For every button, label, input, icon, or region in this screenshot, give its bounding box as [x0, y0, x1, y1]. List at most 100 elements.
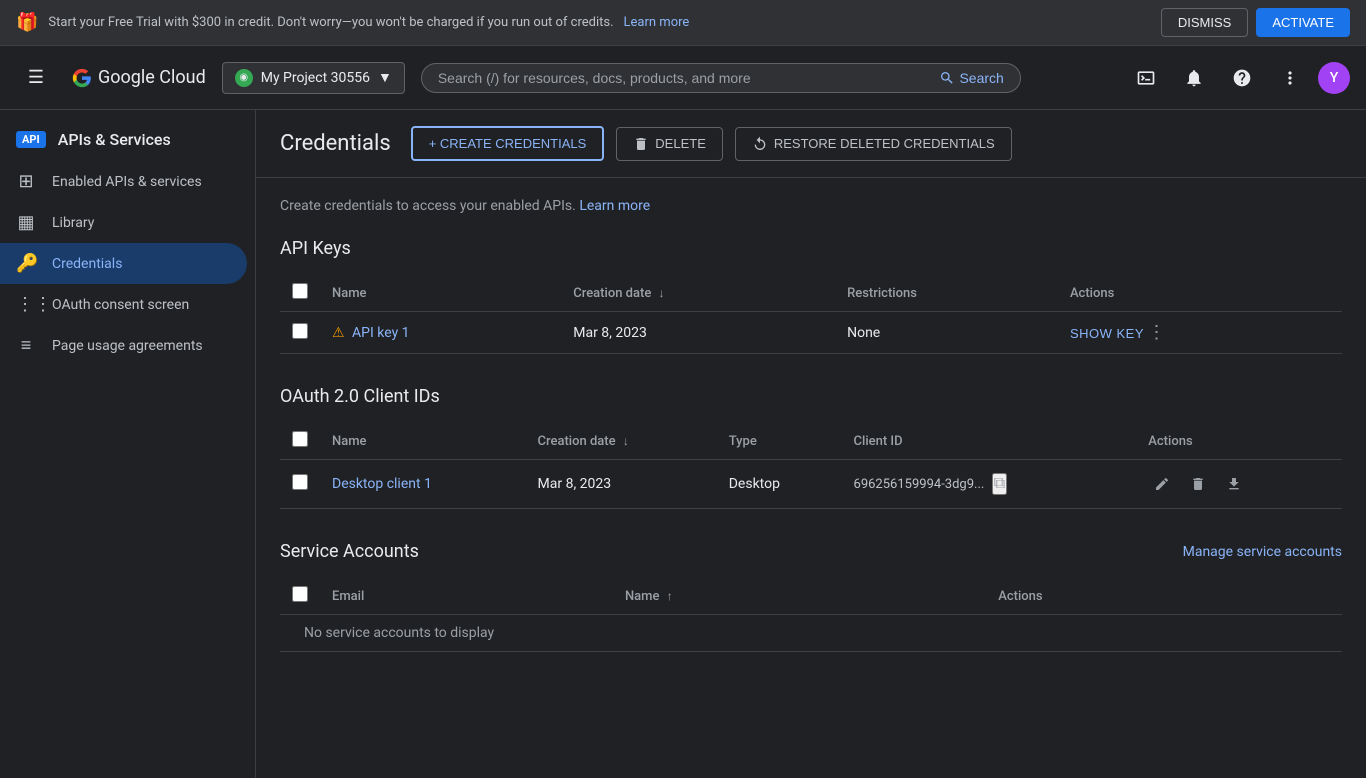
- oauth-checkbox[interactable]: [292, 474, 308, 490]
- copy-client-id-button[interactable]: ⧉: [992, 473, 1007, 495]
- api-keys-select-all[interactable]: [292, 283, 308, 299]
- oauth-client-link[interactable]: Desktop client 1: [332, 476, 432, 492]
- oauth-checkbox-cell: [280, 460, 320, 509]
- api-key-actions-cell: SHOW KEY ⋮: [1058, 312, 1342, 354]
- sidebar: API APIs & Services ⊞ Enabled APIs & ser…: [0, 110, 256, 778]
- cloud-shell-button[interactable]: [1126, 58, 1166, 98]
- more-options-button[interactable]: [1270, 58, 1310, 98]
- app-body: API APIs & Services ⊞ Enabled APIs & ser…: [0, 110, 1366, 778]
- sidebar-item-enabled-label: Enabled APIs & services: [52, 174, 202, 190]
- avatar[interactable]: Y: [1318, 62, 1350, 94]
- sidebar-title: APIs & Services: [58, 130, 171, 149]
- oauth-action-icons: [1148, 470, 1330, 498]
- oauth-select-all[interactable]: [292, 431, 308, 447]
- bell-icon: [1184, 68, 1204, 88]
- api-key-link[interactable]: API key 1: [352, 325, 410, 341]
- sidebar-item-library-label: Library: [52, 215, 94, 231]
- api-keys-title: API Keys: [280, 238, 1342, 259]
- chevron-down-icon: ▼: [378, 69, 392, 86]
- google-cloud-logo[interactable]: Google Cloud: [72, 67, 206, 88]
- oauth-select-all-col: [280, 423, 320, 460]
- banner-learn-more-link[interactable]: Learn more: [624, 15, 690, 30]
- delete-icon: [1190, 476, 1206, 492]
- sa-name-col: Name ↑: [613, 578, 986, 615]
- content-area: Create credentials to access your enable…: [256, 178, 1366, 704]
- sa-empty-text: No service accounts to display: [292, 609, 506, 657]
- oauth-client-id-cell: 696256159994-3dg9... ⧉: [842, 460, 1137, 509]
- oauth-section: OAuth 2.0 Client IDs Name Creation date …: [280, 386, 1342, 509]
- header-icons: Y: [1126, 58, 1350, 98]
- search-input[interactable]: [438, 70, 932, 86]
- delete-button[interactable]: DELETE: [616, 127, 723, 161]
- gift-icon: 🎁: [16, 12, 38, 33]
- oauth-header-row: Name Creation date ↓ Type Client ID Acti…: [280, 423, 1342, 460]
- warning-icon: ⚠: [332, 325, 345, 341]
- terminal-icon: [1136, 68, 1156, 88]
- api-keys-restrictions-col: Restrictions: [835, 275, 1058, 312]
- learn-more-link[interactable]: Learn more: [579, 198, 650, 214]
- credentials-header: Credentials + CREATE CREDENTIALS DELETE …: [256, 110, 1366, 178]
- vertical-dots-icon: [1280, 68, 1300, 88]
- api-keys-date-col: Creation date ↓: [561, 275, 835, 312]
- edit-button[interactable]: [1148, 470, 1176, 498]
- table-row: Desktop client 1 Mar 8, 2023 Desktop 696…: [280, 460, 1342, 509]
- menu-icon[interactable]: ☰: [16, 58, 56, 98]
- sidebar-item-credentials[interactable]: 🔑 Credentials: [0, 243, 247, 284]
- activate-button[interactable]: ACTIVATE: [1256, 8, 1350, 37]
- page-icon: ≡: [16, 335, 36, 356]
- project-selector[interactable]: ◉ My Project 30556 ▼: [222, 62, 405, 94]
- dismiss-button[interactable]: DISMISS: [1161, 8, 1248, 37]
- notifications-button[interactable]: [1174, 58, 1214, 98]
- app-header: ☰ Google Cloud ◉ My Project 30556 ▼ Sear…: [0, 46, 1366, 110]
- sidebar-item-usage-label: Page usage agreements: [52, 338, 203, 354]
- oauth-client-id-col: Client ID: [842, 423, 1137, 460]
- table-row: ⚠ API key 1 Mar 8, 2023 None SHOW KEY ⋮: [280, 312, 1342, 354]
- manage-service-accounts-link[interactable]: Manage service accounts: [1183, 544, 1342, 560]
- api-key-name-cell: ⚠ API key 1: [320, 312, 561, 354]
- page-title: Credentials: [280, 131, 391, 156]
- oauth-title: OAuth 2.0 Client IDs: [280, 386, 1342, 407]
- api-key-checkbox[interactable]: [292, 323, 308, 339]
- show-key-button[interactable]: SHOW KEY: [1070, 326, 1144, 341]
- api-keys-table: Name Creation date ↓ Restrictions Action…: [280, 275, 1342, 354]
- google-logo-icon: [72, 68, 92, 88]
- logo-text: Google Cloud: [98, 67, 206, 88]
- oauth-actions-cell: [1136, 460, 1342, 509]
- sidebar-item-oauth-label: OAuth consent screen: [52, 297, 189, 313]
- main-content: Credentials + CREATE CREDENTIALS DELETE …: [256, 110, 1366, 778]
- free-trial-banner: 🎁 Start your Free Trial with $300 in cre…: [0, 0, 1366, 46]
- sidebar-item-library[interactable]: ▦ Library: [0, 202, 247, 243]
- oauth-date-cell: Mar 8, 2023: [526, 460, 717, 509]
- help-button[interactable]: [1222, 58, 1262, 98]
- api-keys-actions-col: Actions: [1058, 275, 1342, 312]
- delete-label: DELETE: [655, 136, 706, 151]
- delete-oauth-button[interactable]: [1184, 470, 1212, 498]
- oauth-type-cell: Desktop: [717, 460, 842, 509]
- oauth-table: Name Creation date ↓ Type Client ID Acti…: [280, 423, 1342, 509]
- oauth-type-col: Type: [717, 423, 842, 460]
- sa-actions-col: Actions: [986, 578, 1342, 615]
- api-key-more-icon[interactable]: ⋮: [1148, 322, 1166, 343]
- api-keys-header-row: Name Creation date ↓ Restrictions Action…: [280, 275, 1342, 312]
- search-bar: Search: [421, 63, 1021, 93]
- api-key-restrictions-cell: None: [835, 312, 1058, 354]
- service-accounts-header: Service Accounts Manage service accounts: [280, 541, 1342, 562]
- download-icon: [1226, 476, 1242, 492]
- sidebar-item-enabled[interactable]: ⊞ Enabled APIs & services: [0, 161, 247, 202]
- oauth-actions-col: Actions: [1136, 423, 1342, 460]
- sidebar-item-page-usage[interactable]: ≡ Page usage agreements: [0, 325, 247, 366]
- oauth-name-col: Name: [320, 423, 526, 460]
- sidebar-item-oauth[interactable]: ⋮⋮ OAuth consent screen: [0, 284, 247, 325]
- restore-button[interactable]: RESTORE DELETED CREDENTIALS: [735, 127, 1012, 161]
- edit-icon: [1154, 476, 1170, 492]
- restore-label: RESTORE DELETED CREDENTIALS: [774, 136, 995, 151]
- search-button[interactable]: Search: [939, 70, 1003, 86]
- oauth-date-col: Creation date ↓: [526, 423, 717, 460]
- download-button[interactable]: [1220, 470, 1248, 498]
- api-key-date-cell: Mar 8, 2023: [561, 312, 835, 354]
- banner-text: Start your Free Trial with $300 in credi…: [48, 15, 613, 30]
- library-icon: ▦: [16, 212, 36, 233]
- sa-select-all[interactable]: [292, 586, 308, 602]
- create-credentials-button[interactable]: + CREATE CREDENTIALS: [411, 126, 605, 161]
- api-key-checkbox-cell: [280, 312, 320, 354]
